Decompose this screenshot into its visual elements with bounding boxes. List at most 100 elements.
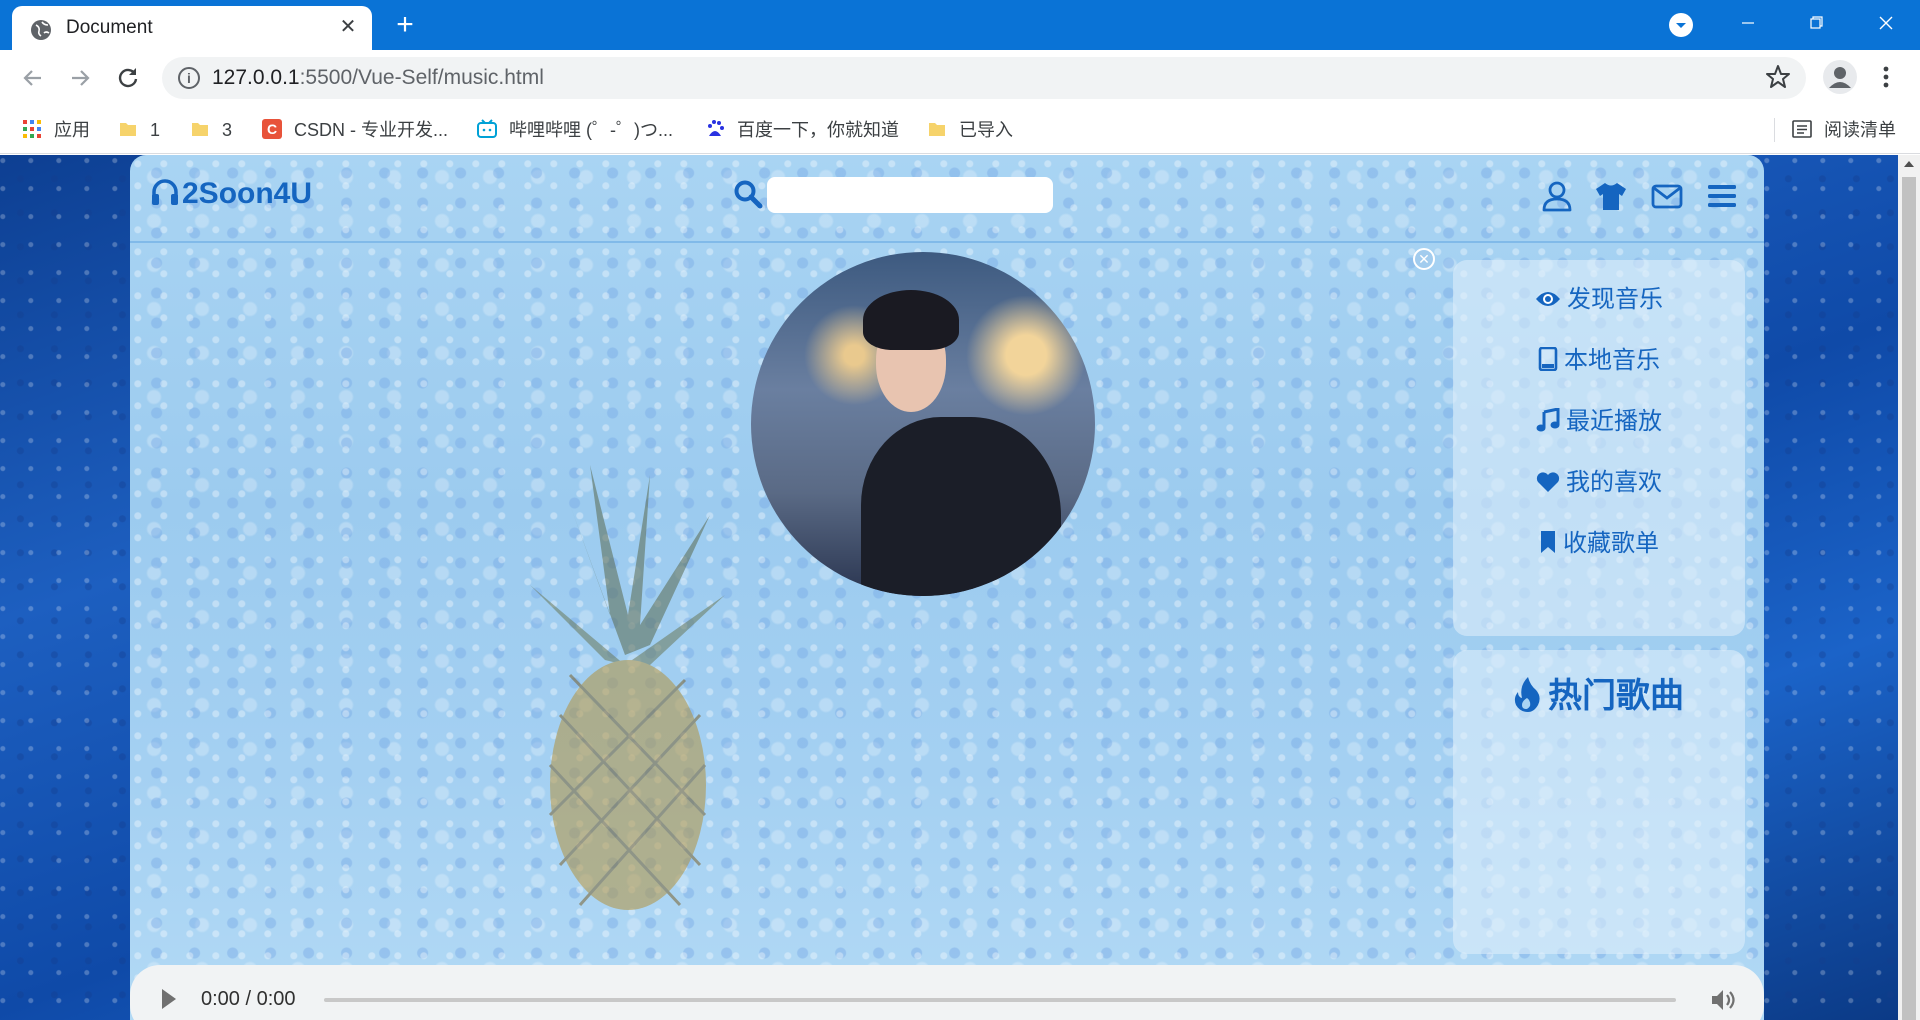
account-icon bbox=[1829, 67, 1851, 88]
restore-button[interactable] bbox=[1796, 8, 1836, 38]
tshirt-icon[interactable] bbox=[1594, 179, 1628, 213]
pineapple-image bbox=[530, 465, 725, 910]
tab-close-icon[interactable]: ✕ bbox=[336, 15, 360, 39]
menu-item-label: 本地音乐 bbox=[1564, 347, 1660, 374]
browser-tab-bar: Document ✕ + bbox=[0, 0, 1920, 50]
time-display: 0:00 / 0:00 bbox=[201, 988, 296, 1010]
menu-item-playlists[interactable]: 收藏歌单 bbox=[1453, 526, 1745, 562]
menu-item-label: 收藏歌单 bbox=[1563, 530, 1659, 557]
user-icon[interactable] bbox=[1540, 179, 1574, 213]
bookmark-icon bbox=[1541, 531, 1555, 553]
play-icon[interactable] bbox=[162, 989, 176, 1009]
minimize-icon bbox=[1742, 22, 1754, 24]
folder-icon bbox=[192, 123, 208, 137]
page-scrollbar[interactable] bbox=[1898, 155, 1920, 1020]
bookmark-star-icon[interactable] bbox=[1764, 63, 1792, 91]
arrow-left-icon bbox=[23, 70, 41, 86]
app-header: 2Soon4U bbox=[130, 155, 1764, 243]
menu-item-local[interactable]: 本地音乐 bbox=[1453, 343, 1745, 379]
menu-item-label: 最近播放 bbox=[1566, 408, 1662, 435]
bookmark-label: 应用 bbox=[54, 120, 90, 140]
svg-text:C: C bbox=[267, 121, 277, 137]
profile-button[interactable] bbox=[1823, 60, 1857, 94]
bookmark-apps[interactable]: 应用 bbox=[22, 116, 90, 144]
bookmark-bilibili[interactable]: 哔哩哔哩 (゜-゜)つ... bbox=[477, 116, 673, 144]
bookmark-csdn[interactable]: C CSDN - 专业开发... bbox=[262, 116, 448, 144]
reading-list-icon bbox=[1792, 120, 1812, 139]
browser-menu-button[interactable] bbox=[1876, 62, 1896, 100]
globe-icon bbox=[31, 20, 51, 40]
bookmark-baidu[interactable]: 百度一下，你就知道 bbox=[705, 116, 899, 144]
new-tab-button[interactable]: + bbox=[390, 10, 420, 40]
apps-grid-icon bbox=[23, 120, 41, 139]
eye-icon bbox=[1536, 292, 1560, 306]
logo-text: 2Soon4U bbox=[182, 177, 313, 210]
bookmark-label: 1 bbox=[150, 120, 161, 140]
search-input[interactable] bbox=[767, 177, 1053, 213]
browser-toolbar: i 127.0.0.1:5500/Vue-Self/music.html bbox=[0, 50, 1920, 106]
folder-icon bbox=[929, 123, 945, 137]
bookmarks-divider bbox=[1774, 118, 1775, 142]
hamburger-menu-icon[interactable] bbox=[1705, 179, 1739, 213]
scrollbar-thumb[interactable] bbox=[1902, 177, 1916, 1020]
tab-title: Document bbox=[66, 17, 153, 38]
reload-icon bbox=[118, 68, 138, 88]
url-host: 127.0.0.1 bbox=[212, 66, 300, 89]
volume-icon[interactable] bbox=[1710, 987, 1736, 1013]
hot-songs-title-text: 热门歌曲 bbox=[1548, 677, 1684, 715]
headphones-icon bbox=[152, 179, 178, 205]
hot-songs-title: 热门歌曲 bbox=[1453, 668, 1745, 717]
restore-icon bbox=[1810, 16, 1823, 29]
url-text[interactable]: 127.0.0.1:5500/Vue-Self/music.html bbox=[212, 66, 544, 90]
app-logo[interactable]: 2Soon4U bbox=[150, 177, 312, 211]
album-cover-avatar[interactable] bbox=[751, 252, 1095, 596]
envelope-icon[interactable] bbox=[1650, 179, 1684, 213]
arrow-right-icon bbox=[72, 70, 90, 86]
hot-songs-panel: 热门歌曲 bbox=[1453, 650, 1745, 954]
reading-list-button[interactable]: 阅读清单 bbox=[1792, 116, 1896, 144]
close-circle-icon[interactable]: ✕ bbox=[1413, 248, 1435, 270]
menu-item-discover[interactable]: 发现音乐 bbox=[1453, 282, 1745, 318]
menu-item-label: 我的喜欢 bbox=[1566, 469, 1662, 496]
menu-item-favorites[interactable]: 我的喜欢 bbox=[1453, 465, 1745, 501]
folder-icon bbox=[120, 123, 136, 137]
reading-list-label: 阅读清单 bbox=[1824, 120, 1896, 140]
tab-search-button[interactable] bbox=[1669, 13, 1693, 37]
bookmark-label: 已导入 bbox=[959, 120, 1013, 140]
bilibili-icon bbox=[477, 119, 497, 139]
avatar-figure-body bbox=[861, 417, 1061, 596]
minimize-button[interactable] bbox=[1728, 8, 1768, 38]
close-window-button[interactable] bbox=[1866, 8, 1906, 38]
bookmark-imported[interactable]: 已导入 bbox=[927, 116, 1013, 144]
page-viewport: 2Soon4U ✕ 发现音乐 本地音乐 最近播放 我的喜欢 收藏歌单 热门歌曲 … bbox=[0, 155, 1898, 1020]
chevron-down-icon bbox=[1676, 23, 1686, 28]
tablet-icon bbox=[1538, 346, 1558, 372]
menu-item-recent[interactable]: 最近播放 bbox=[1453, 404, 1745, 440]
info-icon[interactable]: i bbox=[178, 67, 200, 89]
bookmark-folder-3[interactable]: 3 bbox=[190, 116, 232, 144]
url-path: :5500/Vue-Self/music.html bbox=[299, 66, 544, 89]
audio-player: 0:00 / 0:00 bbox=[130, 965, 1764, 1020]
search-icon[interactable] bbox=[733, 179, 763, 209]
scroll-up-arrow-icon[interactable] bbox=[1904, 161, 1914, 167]
address-bar[interactable]: i 127.0.0.1:5500/Vue-Self/music.html bbox=[162, 57, 1806, 99]
bookmark-folder-1[interactable]: 1 bbox=[118, 116, 160, 144]
bookmark-label: 百度一下，你就知道 bbox=[737, 120, 899, 140]
seek-bar[interactable] bbox=[324, 998, 1676, 1002]
bookmark-label: CSDN - 专业开发... bbox=[294, 120, 449, 140]
csdn-icon: C bbox=[262, 119, 282, 140]
close-icon bbox=[1879, 16, 1893, 30]
avatar-figure-hair bbox=[863, 290, 959, 350]
music-note-icon bbox=[1536, 407, 1560, 432]
reload-button[interactable] bbox=[112, 62, 144, 94]
baidu-icon bbox=[708, 120, 724, 137]
browser-tab[interactable]: Document ✕ bbox=[12, 6, 372, 50]
music-app: 2Soon4U ✕ 发现音乐 本地音乐 最近播放 我的喜欢 收藏歌单 热门歌曲 bbox=[130, 155, 1764, 1020]
fire-icon bbox=[1514, 677, 1540, 712]
forward-button[interactable] bbox=[64, 62, 96, 94]
bookmark-label: 3 bbox=[222, 120, 233, 140]
back-button[interactable] bbox=[17, 62, 49, 94]
heart-icon bbox=[1536, 472, 1560, 492]
side-menu-panel: 发现音乐 本地音乐 最近播放 我的喜欢 收藏歌单 bbox=[1453, 260, 1745, 636]
more-vert-icon bbox=[1883, 66, 1889, 88]
